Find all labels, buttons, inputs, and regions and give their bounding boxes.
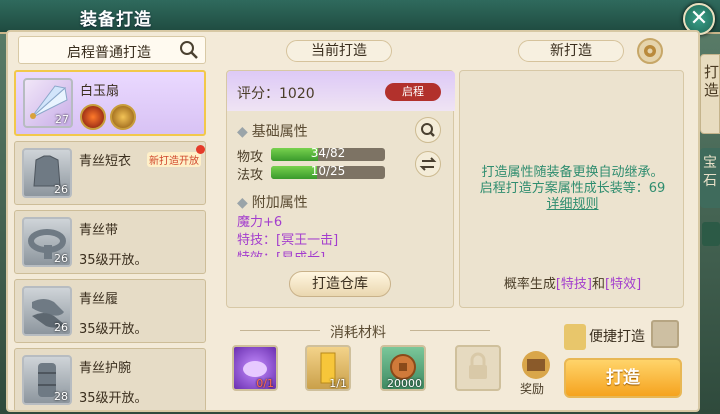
attr-label-magic: 法攻 xyxy=(237,168,264,183)
item-name: 青丝短衣 xyxy=(79,154,132,169)
extra-attr-title: ◆ 附加属性 xyxy=(237,192,308,212)
extra-attr-1: 特技：[冥王一击] xyxy=(237,233,339,248)
list-item[interactable]: 26 青丝带 35级开放。 xyxy=(14,210,206,274)
material-count: 20000 xyxy=(387,377,422,390)
list-item[interactable]: 27 白玉扇 xyxy=(14,70,206,136)
settings-button[interactable] xyxy=(637,38,663,64)
skill-fire-icon[interactable] xyxy=(80,104,106,130)
item-name: 青丝带 xyxy=(79,223,119,238)
item-status: 35级开放。 xyxy=(79,253,148,268)
swap-icon xyxy=(419,157,437,171)
skill-fist-icon[interactable] xyxy=(110,104,136,130)
search-bar[interactable]: 启程普通打造 xyxy=(18,36,206,64)
extra-attr-2: 特效：[易成长] xyxy=(237,247,325,257)
current-forge-header: 当前打造 xyxy=(286,40,392,62)
material-slot[interactable]: 0/1 xyxy=(232,345,278,391)
prob-effect-link[interactable]: [特效] xyxy=(605,277,641,292)
forge-button[interactable]: 打造 xyxy=(564,358,682,398)
inspect-button[interactable] xyxy=(415,117,441,143)
diamond-icon: ◆ xyxy=(237,195,248,211)
prob-prefix: 概率生成 xyxy=(503,277,556,292)
materials-header: 消耗材料 xyxy=(330,325,386,341)
list-item[interactable]: 26 青丝履 35级开放。 xyxy=(14,279,206,343)
item-level: 26 xyxy=(54,183,68,196)
magnifier-icon xyxy=(421,123,435,137)
list-item[interactable]: 28 青丝护腕 35级开放。 xyxy=(14,348,206,410)
belt-icon: 26 xyxy=(22,217,72,267)
lock-icon xyxy=(469,352,487,379)
search-icon[interactable] xyxy=(179,40,199,60)
title-bar: 装备打造 xyxy=(0,0,720,34)
new-forge-panel: 打造属性随装备更换自动继承。 启程打造方案属性成长装等：69 详细规则 概率生成… xyxy=(459,70,684,308)
score-row: 评分：1020 启程 xyxy=(227,71,455,111)
tab-gem[interactable]: 宝石 xyxy=(700,148,720,208)
quick-forge-checkbox[interactable] xyxy=(651,320,679,348)
equipment-list: 27 白玉扇 26 青丝短衣 新打造开放 26 青丝带 35级开放。 26 青丝… xyxy=(14,70,207,410)
swap-button[interactable] xyxy=(415,151,441,177)
attr-bar-physical: 34/82 xyxy=(271,148,385,161)
item-name: 青丝护腕 xyxy=(79,361,132,376)
fan-icon: 27 xyxy=(23,78,73,128)
attr-bar-magic: 10/25 xyxy=(271,166,385,179)
forge-storage-button[interactable]: 打造仓库 xyxy=(289,271,391,297)
tab-forge-label: 打造 xyxy=(704,63,720,99)
probability-text: 概率生成[特技]和[特效] xyxy=(460,273,685,292)
material-count: 0/1 xyxy=(256,377,274,390)
current-forge-panel: 评分：1020 启程 ◆ 基础属性 物攻 34/82 法攻 10/25 ◆ 附加属性… xyxy=(226,70,455,308)
item-level: 28 xyxy=(54,390,68,403)
attr-value-physical: 34/82 xyxy=(310,148,346,160)
new-forge-header: 新打造 xyxy=(518,40,624,62)
close-icon: ✕ xyxy=(689,6,709,31)
reward-label: 奖励 xyxy=(520,382,545,396)
new-forge-badge: 新打造开放 xyxy=(147,152,201,167)
scroll-icon xyxy=(564,324,586,350)
extra-attr-label: 附加属性 xyxy=(251,195,308,211)
item-level: 26 xyxy=(54,252,68,265)
base-attr-title: ◆ 基础属性 xyxy=(237,121,308,141)
extra-attr-0: 魔力+6 xyxy=(237,215,283,230)
list-item[interactable]: 26 青丝短衣 新打造开放 xyxy=(14,141,206,205)
score-value: 1020 xyxy=(279,86,315,102)
item-level: 27 xyxy=(55,113,69,126)
quality-badge: 启程 xyxy=(385,83,441,101)
armor-icon: 26 xyxy=(22,148,72,198)
forge-window: 装备打造 ✕ 打造 宝石 启程普通打造 27 白玉扇 26 青丝短衣 新打造开放… xyxy=(0,0,720,414)
attr-value-magic: 10/25 xyxy=(310,166,346,178)
chest-icon xyxy=(522,351,550,379)
item-status: 35级开放。 xyxy=(79,391,148,406)
side-extra-tab[interactable] xyxy=(702,222,720,246)
bracer-icon: 28 xyxy=(22,355,72,405)
tab-gem-label: 宝石 xyxy=(703,155,717,189)
attr-label-physical: 物攻 xyxy=(237,150,264,165)
prob-mid: 和 xyxy=(592,277,606,292)
prob-stunt-link[interactable]: [特技] xyxy=(556,277,592,292)
window-title: 装备打造 xyxy=(80,10,152,30)
divider-left xyxy=(240,330,320,331)
item-name: 白玉扇 xyxy=(80,84,120,99)
reward-button[interactable]: 奖励 xyxy=(516,350,556,396)
item-level: 26 xyxy=(54,321,68,334)
search-label: 启程普通打造 xyxy=(67,45,151,61)
score-label: 评分： xyxy=(237,86,279,102)
rule-link[interactable]: 详细规则 xyxy=(460,193,685,212)
boots-icon: 26 xyxy=(22,286,72,336)
base-attr-label: 基础属性 xyxy=(251,124,308,140)
score-text: 评分：1020 xyxy=(237,83,315,103)
locked-slot[interactable] xyxy=(455,345,501,391)
material-count: 1/1 xyxy=(329,377,347,390)
item-status: 35级开放。 xyxy=(79,322,148,337)
material-slot[interactable]: 1/1 xyxy=(305,345,351,391)
notification-dot xyxy=(196,145,205,154)
item-name: 青丝履 xyxy=(79,292,119,307)
diamond-icon: ◆ xyxy=(237,124,248,140)
quick-forge-label: 便捷打造 xyxy=(589,329,645,345)
gear-icon xyxy=(644,45,656,57)
divider-right xyxy=(410,330,490,331)
material-slot[interactable]: 20000 xyxy=(380,345,426,391)
tab-forge[interactable]: 打造 xyxy=(700,54,720,134)
